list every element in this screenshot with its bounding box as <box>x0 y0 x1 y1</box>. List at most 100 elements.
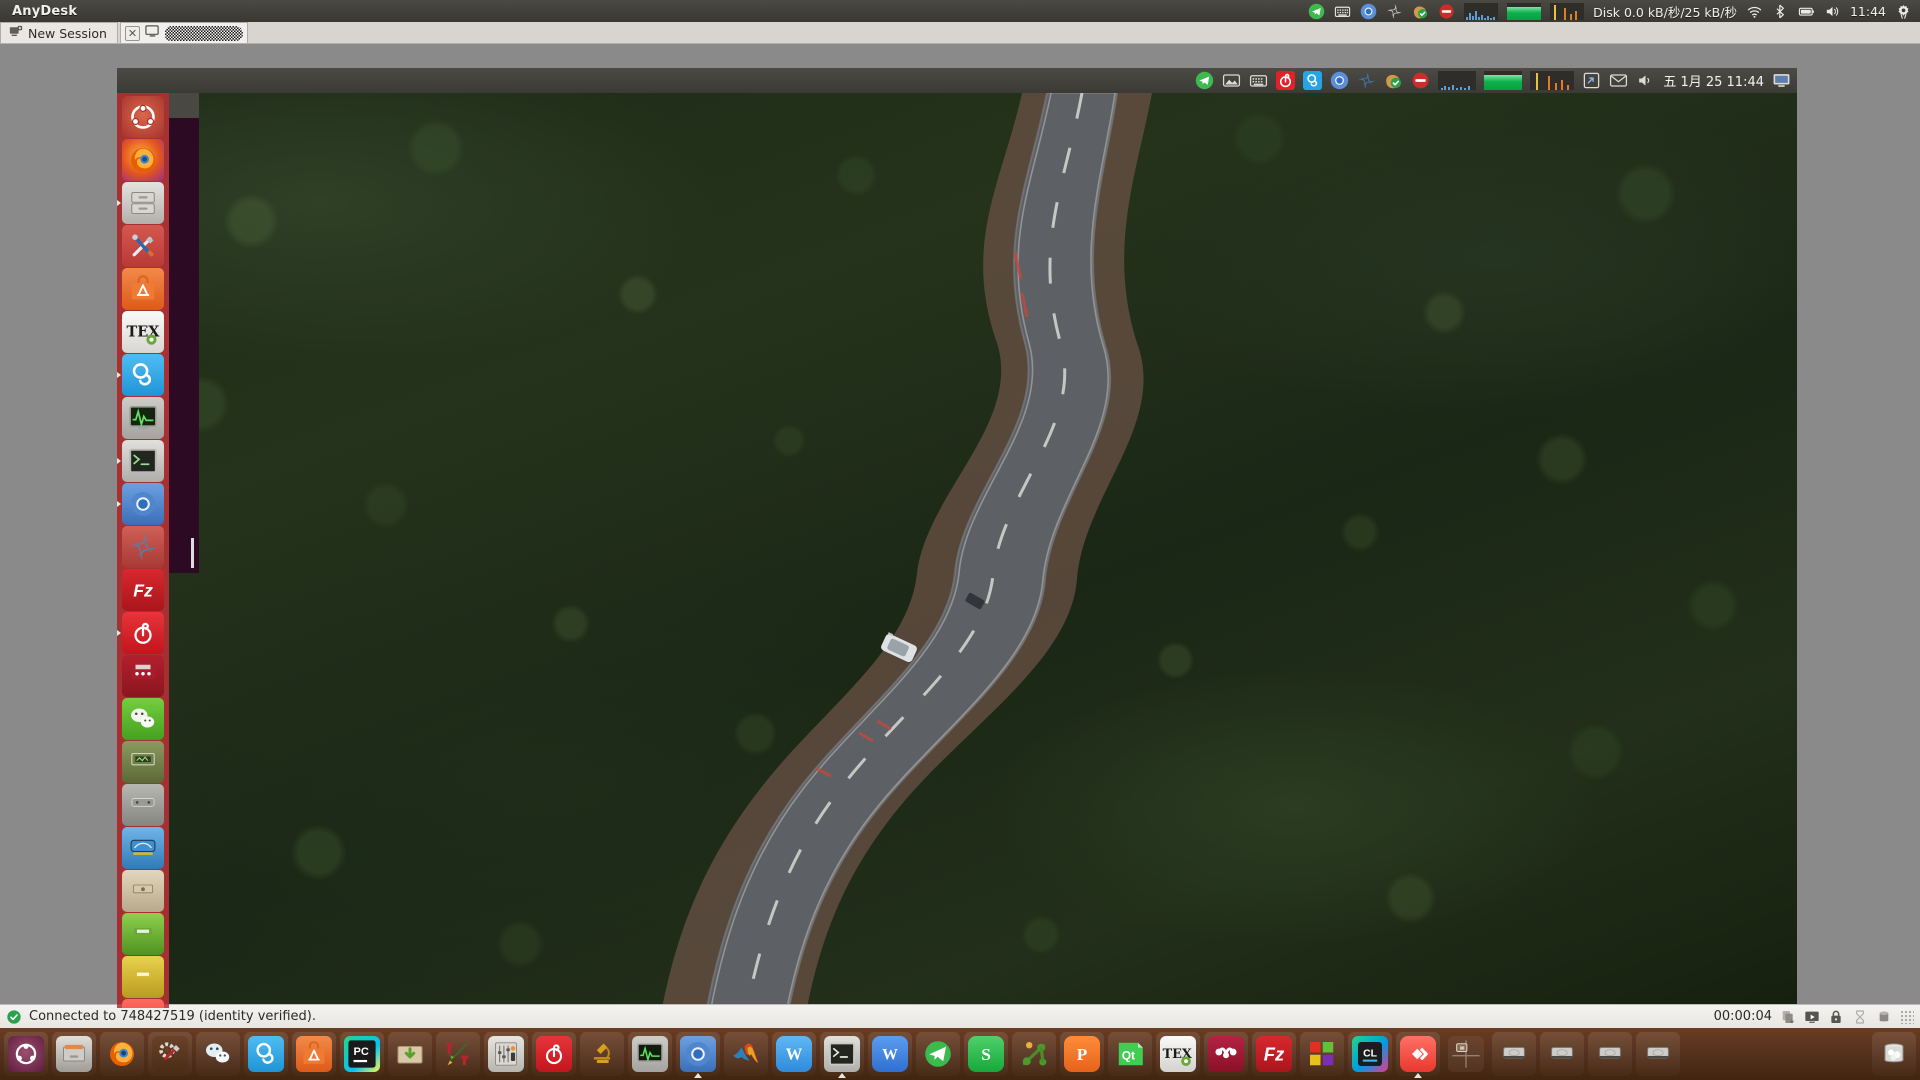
launcher-item-printer-red[interactable] <box>122 655 164 697</box>
launcher-item-filezilla[interactable]: Fz <box>122 569 164 611</box>
dock-item-ubuntu-software[interactable] <box>292 1032 336 1076</box>
ibus-input-icon[interactable] <box>1582 71 1601 90</box>
keyboard-indicator-icon[interactable] <box>1334 3 1351 20</box>
remote-screen[interactable]: 五 1月 25 11:44 TEX Fz <box>117 68 1797 1008</box>
launcher-item-wechat[interactable] <box>122 698 164 740</box>
dock-item-files[interactable] <box>52 1032 96 1076</box>
storage-icon[interactable] <box>1876 1009 1892 1025</box>
cpu-monitor-graph[interactable] <box>1530 71 1575 90</box>
launcher-item-qq[interactable] <box>117 354 164 396</box>
volume-icon[interactable] <box>1824 3 1841 20</box>
system-menu-icon[interactable] <box>1895 3 1912 20</box>
launcher-item-printer-yellow[interactable] <box>122 956 164 998</box>
dock-item-inkscape[interactable] <box>436 1032 480 1076</box>
active-session-tab[interactable]: ✕ <box>119 22 248 43</box>
remote-clock[interactable]: 五 1月 25 11:44 <box>1663 71 1764 90</box>
dock-item-wps-presentation[interactable]: P <box>1060 1032 1104 1076</box>
dock-item-chromium[interactable] <box>676 1032 720 1078</box>
dock-item-disk-4[interactable] <box>1636 1032 1680 1076</box>
launcher-item-system-monitor[interactable] <box>122 397 164 439</box>
network-monitor-graph[interactable] <box>1438 71 1477 90</box>
background-window-titlebar[interactable] <box>169 93 199 118</box>
resize-grip[interactable] <box>1900 1009 1914 1024</box>
dock-item-filezilla[interactable]: Fz <box>1252 1032 1296 1076</box>
dock-item-system-monitor[interactable] <box>628 1032 672 1076</box>
dock-item-matlab[interactable] <box>724 1032 768 1076</box>
launcher-item-files[interactable] <box>117 182 164 224</box>
dock-item-system-tools[interactable] <box>148 1032 192 1076</box>
dock-item-telegram[interactable] <box>916 1032 960 1076</box>
dock-item-ubuntu-dash[interactable] <box>4 1032 48 1076</box>
dock-item-audio-mixer[interactable] <box>484 1032 528 1076</box>
launcher-item-chromium[interactable] <box>117 483 164 525</box>
launcher-item-terminal[interactable] <box>117 440 164 482</box>
launcher-item-photoshop[interactable] <box>122 526 164 568</box>
close-icon[interactable]: ✕ <box>124 25 140 41</box>
copy-transfer-icon[interactable] <box>1780 1009 1796 1025</box>
dock-item-qt-creator[interactable]: Qt <box>1108 1032 1152 1076</box>
telegram-icon[interactable] <box>1308 3 1325 20</box>
launcher-item-ubuntu-dash[interactable] <box>122 96 164 138</box>
photoshop-icon[interactable] <box>1386 3 1403 20</box>
qq-icon[interactable] <box>1303 71 1323 90</box>
new-session-tab[interactable]: New Session <box>0 22 118 43</box>
launcher-item-printer-blue[interactable] <box>122 827 164 869</box>
photoshop-icon[interactable] <box>1357 71 1376 90</box>
remote-desktop-viewport[interactable]: 五 1月 25 11:44 TEX Fz <box>0 44 1920 1008</box>
dock-item-windows-vm[interactable] <box>1300 1032 1344 1076</box>
launcher-item-printer-beige[interactable] <box>122 870 164 912</box>
launcher-item-anydesk[interactable] <box>122 999 164 1008</box>
screen-share-icon[interactable] <box>1804 1009 1820 1025</box>
cpu-monitor-graph[interactable] <box>1550 2 1585 20</box>
do-not-disturb-icon[interactable] <box>1411 71 1430 90</box>
netease-music-icon[interactable] <box>1276 71 1296 90</box>
host-clock[interactable]: 11:44 <box>1850 4 1886 19</box>
launcher-item-device-gray[interactable] <box>122 784 164 826</box>
dock-item-trash[interactable] <box>1872 1032 1916 1076</box>
dock-item-firefox[interactable] <box>100 1032 144 1076</box>
dock-item-wps-spreadsheet[interactable]: S <box>964 1032 1008 1076</box>
launcher-item-ubuntu-software[interactable] <box>122 268 164 310</box>
chromium-icon[interactable] <box>1360 3 1377 20</box>
hourglass-icon[interactable] <box>1852 1009 1868 1025</box>
mail-icon[interactable] <box>1609 71 1628 90</box>
dock-item-molecule-viewer[interactable] <box>1012 1032 1056 1076</box>
dock-item-anydesk[interactable] <box>1396 1032 1440 1078</box>
dock-item-wps-word[interactable]: W <box>868 1032 912 1076</box>
dock-item-clion[interactable]: CL <box>1348 1032 1392 1076</box>
dock-item-microscope[interactable] <box>580 1032 624 1076</box>
battery-icon[interactable] <box>1798 3 1815 20</box>
telegram-icon[interactable] <box>1195 71 1214 90</box>
launcher-item-printer-green[interactable] <box>122 913 164 955</box>
dock-item-disk-2[interactable] <box>1540 1032 1584 1076</box>
lock-icon[interactable] <box>1828 1009 1844 1025</box>
dock-item-mendeley[interactable] <box>1204 1032 1248 1076</box>
memory-monitor-graph[interactable] <box>1484 71 1523 90</box>
dock-item-netease-music[interactable] <box>532 1032 576 1076</box>
launcher-item-settings-tools[interactable] <box>122 225 164 267</box>
keyboard-indicator-icon[interactable] <box>1249 71 1268 90</box>
network-monitor-graph[interactable] <box>1464 2 1499 20</box>
wifi-icon[interactable] <box>1746 3 1763 20</box>
image-viewer-icon[interactable] <box>1222 71 1241 90</box>
dock-item-disk-3[interactable] <box>1588 1032 1632 1076</box>
display-icon[interactable] <box>1772 71 1791 90</box>
dock-item-downloads[interactable] <box>388 1032 432 1076</box>
dock-item-qq[interactable] <box>244 1032 288 1076</box>
dock-item-disk-1[interactable] <box>1492 1032 1536 1076</box>
security-shield-icon[interactable] <box>1412 3 1429 20</box>
dock-item-wechat[interactable] <box>196 1032 240 1076</box>
dock-item-workspace-switcher[interactable] <box>1444 1032 1488 1076</box>
dock-item-wps-writer-blue[interactable]: W <box>772 1032 816 1076</box>
launcher-item-scanner[interactable] <box>122 741 164 783</box>
do-not-disturb-icon[interactable] <box>1438 3 1455 20</box>
launcher-item-firefox[interactable] <box>122 139 164 181</box>
security-shield-icon[interactable] <box>1384 71 1403 90</box>
volume-icon[interactable] <box>1636 71 1655 90</box>
background-window-sliver[interactable] <box>169 93 199 573</box>
dock-item-texstudio[interactable]: TEX <box>1156 1032 1200 1076</box>
chromium-icon[interactable] <box>1330 71 1349 90</box>
bluetooth-icon[interactable] <box>1772 3 1789 20</box>
dock-item-pycharm[interactable]: PC <box>340 1032 384 1076</box>
dock-item-terminal[interactable] <box>820 1032 864 1078</box>
